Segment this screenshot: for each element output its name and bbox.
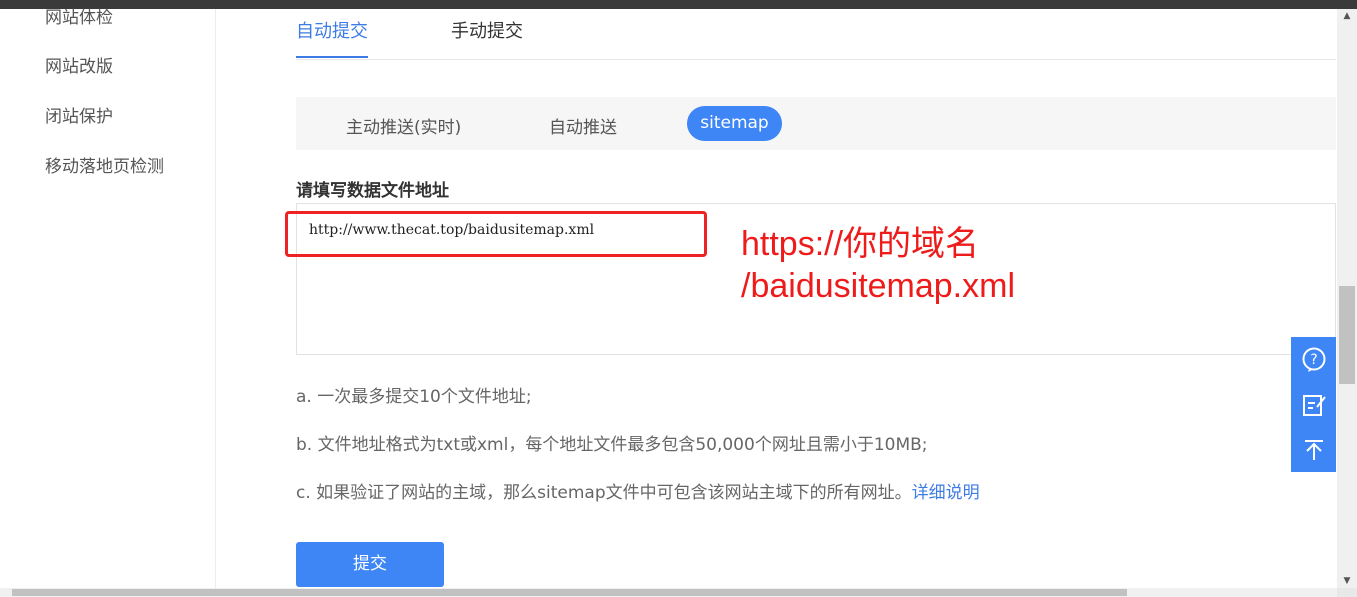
data-file-address-label: 请填写数据文件地址 xyxy=(296,181,449,201)
annotation-text: https://你的域名 /baidusitemap.xml xyxy=(741,223,1015,307)
subtab-sitemap[interactable]: sitemap xyxy=(687,106,782,141)
scrollbar-corner xyxy=(1337,588,1357,597)
browser-top-bar xyxy=(0,0,1357,9)
horizontal-scroll-thumb[interactable] xyxy=(12,589,1127,596)
note-c-text: c. 如果验证了网站的主域，那么sitemap文件中可包含该网站主域下的所有网址… xyxy=(296,483,912,503)
submit-tabs: 自动提交 手动提交 xyxy=(296,9,1336,60)
highlight-box xyxy=(285,211,707,257)
note-c: c. 如果验证了网站的主域，那么sitemap文件中可包含该网站主域下的所有网址… xyxy=(296,478,980,503)
details-link[interactable]: 详细说明 xyxy=(912,483,980,503)
help-icon[interactable]: ? xyxy=(1291,337,1336,382)
sidebar-item-site-check[interactable]: 网站体检 xyxy=(45,3,113,28)
back-to-top-icon[interactable] xyxy=(1291,427,1336,472)
note-a: a. 一次最多提交10个文件地址; xyxy=(296,387,532,407)
note-b: b. 文件地址格式为txt或xml，每个地址文件最多包含50,000个网址且需小… xyxy=(296,435,928,455)
feedback-icon[interactable] xyxy=(1291,382,1336,427)
sidebar-item-site-revision[interactable]: 网站改版 xyxy=(45,52,113,77)
annotation-line-2: /baidusitemap.xml xyxy=(741,267,1016,305)
scroll-up-icon[interactable]: ▲ xyxy=(1337,9,1357,23)
submit-method-tabs: 主动推送(实时) 自动推送 sitemap xyxy=(296,97,1336,150)
subtab-active-push[interactable]: 主动推送(实时) xyxy=(346,113,461,138)
annotation-line-1: https://你的域名 xyxy=(741,225,980,263)
sidebar-item-mobile-landing-check[interactable]: 移动落地页检测 xyxy=(45,152,164,177)
horizontal-scrollbar[interactable] xyxy=(0,588,1337,597)
scroll-down-icon[interactable]: ▼ xyxy=(1337,574,1357,588)
sidebar: 网站体检 网站改版 闭站保护 移动落地页检测 xyxy=(0,8,216,588)
tab-auto-submit[interactable]: 自动提交 xyxy=(296,17,368,58)
vertical-scroll-thumb[interactable] xyxy=(1339,286,1355,384)
tab-manual-submit[interactable]: 手动提交 xyxy=(451,17,523,56)
floating-toolbar: ? xyxy=(1291,337,1336,472)
main-content: 自动提交 手动提交 主动推送(实时) 自动推送 sitemap 请填写数据文件地… xyxy=(216,9,1336,588)
svg-text:?: ? xyxy=(1310,352,1317,368)
vertical-scrollbar[interactable]: ▲ ▼ xyxy=(1337,9,1357,588)
sidebar-item-closure-protection[interactable]: 闭站保护 xyxy=(45,102,113,127)
subtab-auto-push[interactable]: 自动推送 xyxy=(549,113,617,138)
submit-button[interactable]: 提交 xyxy=(296,542,444,587)
